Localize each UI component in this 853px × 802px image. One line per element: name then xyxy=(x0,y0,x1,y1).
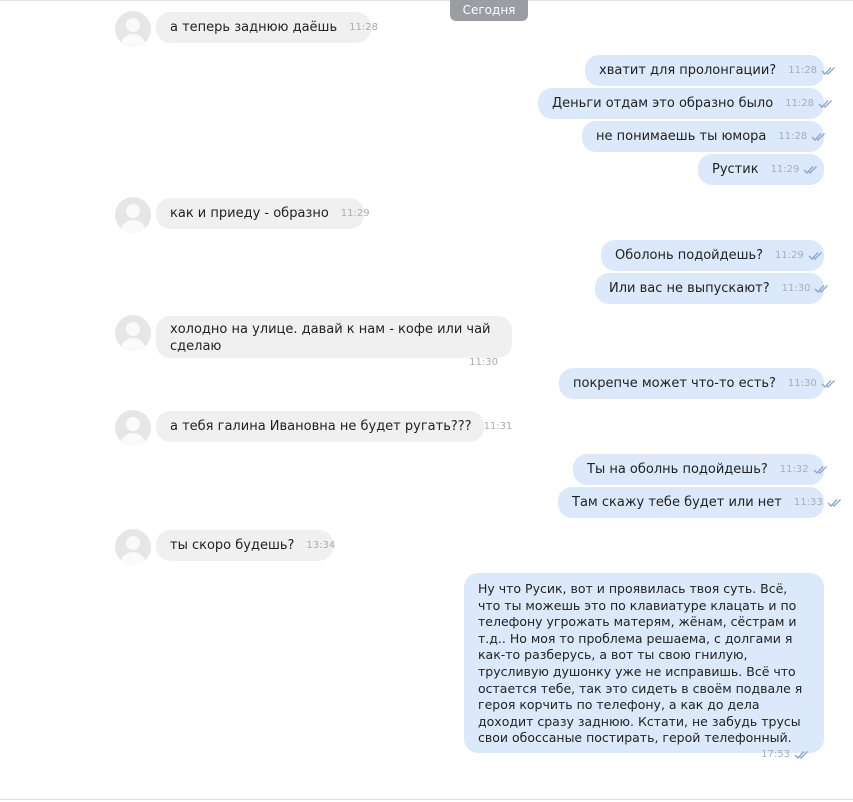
message-time: 11:28 xyxy=(788,65,818,76)
message-bubble-incoming[interactable]: ты скоро будешь? 13:34 xyxy=(156,530,336,561)
message-text: холодно на улице. давай к нам - кофе или… xyxy=(170,322,491,354)
message-text: Деньги отдам это образно было xyxy=(552,96,774,111)
message-text: Оболонь подойдешь? xyxy=(615,248,764,263)
message-text: Рустик xyxy=(712,162,759,177)
message-time: 11:32 xyxy=(779,464,809,475)
message-bubble-outgoing[interactable]: не понимаешь ты юмора 11:28 xyxy=(582,121,827,152)
message-time: 11:30 xyxy=(787,378,817,389)
message-bubble-incoming[interactable]: холодно на улице. давай к нам - кофе или… xyxy=(156,316,512,368)
message-bubble-outgoing[interactable]: Ты на оболнь подойдешь? 11:32 xyxy=(573,454,827,485)
message-text: Ну что Русик, вот и проявилась твоя суть… xyxy=(478,581,803,746)
read-checkmarks-icon xyxy=(811,132,827,142)
message-time: 11:29 xyxy=(770,164,800,175)
message-text: а тебя галина Ивановна не будет ругать??… xyxy=(170,419,472,434)
message-bubble-incoming[interactable]: а тебя галина Ивановна не будет ругать??… xyxy=(156,411,512,442)
message-time: 11:30 xyxy=(469,357,498,368)
message-time: 11:28 xyxy=(778,131,808,142)
message-bubble-outgoing[interactable]: Деньги отдам это образно было 11:28 xyxy=(538,88,832,119)
message-bubble-outgoing[interactable]: Там скажу тебе будет или нет 11:33 xyxy=(558,487,841,518)
message-time: 11:29 xyxy=(340,208,370,219)
message-time: 13:34 xyxy=(306,540,336,551)
avatar[interactable] xyxy=(115,11,151,47)
date-separator: Сегодня xyxy=(450,0,528,21)
avatar[interactable] xyxy=(115,529,151,565)
message-text: как и приеду - образно xyxy=(170,206,329,221)
read-checkmarks-icon xyxy=(821,379,837,389)
message-time: 11:31 xyxy=(483,421,513,432)
read-checkmarks-icon xyxy=(821,66,837,76)
message-bubble-incoming[interactable]: а теперь заднюю даёшь 11:28 xyxy=(156,12,378,43)
bottom-divider xyxy=(0,799,853,800)
message-time: 11:28 xyxy=(785,98,814,109)
read-checkmarks-icon xyxy=(813,465,829,475)
message-time: 11:30 xyxy=(781,283,811,294)
read-checkmarks-icon xyxy=(827,498,843,508)
message-time: 11:29 xyxy=(775,250,804,261)
message-text: ты скоро будешь? xyxy=(170,538,295,553)
read-checkmarks-icon xyxy=(808,251,824,261)
message-time: 11:28 xyxy=(349,22,378,33)
message-bubble-outgoing[interactable]: покрепче может что-то есть? 11:30 xyxy=(559,368,835,399)
message-bubble-incoming[interactable]: как и приеду - образно 11:29 xyxy=(156,198,370,229)
avatar[interactable] xyxy=(115,315,151,351)
message-bubble-outgoing[interactable]: хватит для пролонгации? 11:28 xyxy=(585,55,836,86)
read-checkmarks-icon xyxy=(818,99,834,109)
message-bubble-outgoing[interactable]: Ну что Русик, вот и проявилась твоя суть… xyxy=(464,573,824,760)
message-text: а теперь заднюю даёшь xyxy=(170,20,338,35)
avatar[interactable] xyxy=(115,410,151,446)
read-checkmarks-icon xyxy=(794,750,810,760)
message-bubble-outgoing[interactable]: Рустик 11:29 xyxy=(698,154,824,185)
message-text: покрепче может что-то есть? xyxy=(573,376,776,391)
read-checkmarks-icon xyxy=(814,284,830,294)
message-text: хватит для пролонгации? xyxy=(599,63,777,78)
message-bubble-outgoing[interactable]: Оболонь подойдешь? 11:29 xyxy=(601,240,824,271)
read-checkmarks-icon xyxy=(803,165,819,175)
message-text: Или вас не выпускают? xyxy=(609,281,770,296)
message-time: 11:33 xyxy=(793,497,823,508)
message-text: Ты на оболнь подойдешь? xyxy=(587,462,768,477)
message-text: не понимаешь ты юмора xyxy=(596,129,767,144)
message-text: Там скажу тебе будет или нет xyxy=(572,495,782,510)
avatar[interactable] xyxy=(115,197,151,233)
top-divider xyxy=(0,0,853,1)
message-bubble-outgoing[interactable]: Или вас не выпускают? 11:30 xyxy=(595,273,829,304)
message-time: 17:53 xyxy=(761,748,790,760)
